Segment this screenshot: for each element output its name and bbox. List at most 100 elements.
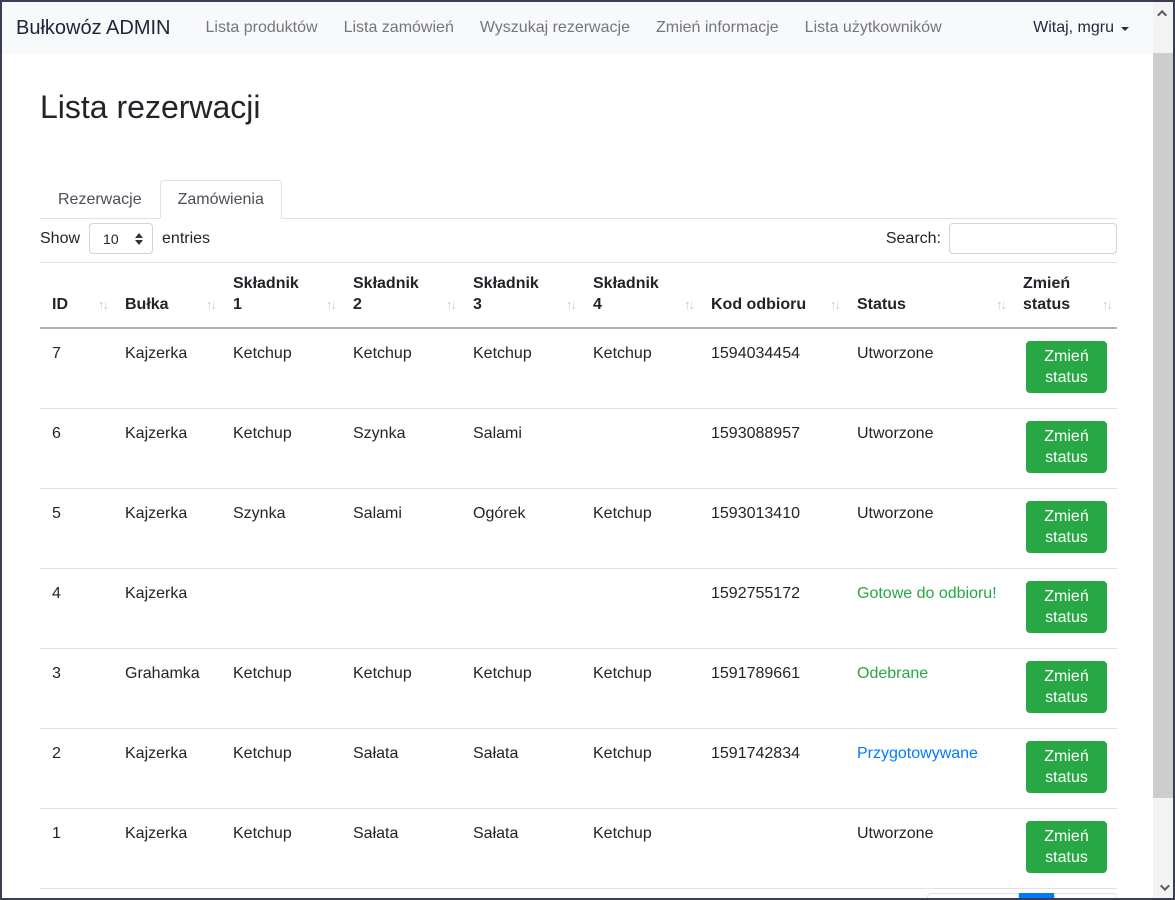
page-title: Lista rezerwacji: [40, 88, 1157, 126]
up-down-arrows-icon: [135, 233, 143, 245]
cell-skladnik-3: Ketchup: [461, 648, 581, 728]
cell-skladnik-1: Szynka: [221, 488, 341, 568]
table-row: 5 Kajzerka Szynka Salami Ogórek Ketchup …: [40, 488, 1117, 568]
user-dropdown[interactable]: Witaj, mgru: [1033, 19, 1129, 37]
nav-link-wyszukaj-rezerwacje[interactable]: Wyszukaj rezerwacje: [467, 11, 643, 45]
table-row: 6 Kajzerka Ketchup Szynka Salami 1593088…: [40, 408, 1117, 488]
cell-skladnik-1: [221, 568, 341, 648]
status-text: Utworzone: [845, 328, 1011, 408]
pagination: Previous 1 Next: [40, 893, 1117, 900]
nav-link-lista-zamowien[interactable]: Lista zamówień: [331, 11, 467, 45]
sort-icon[interactable]: ↑↓: [684, 294, 693, 315]
search-label: Search:: [886, 230, 941, 248]
page-length-value: 10: [103, 231, 119, 247]
cell-id: 7: [40, 328, 113, 408]
table-row: 1 Kajzerka Ketchup Sałata Sałata Ketchup…: [40, 808, 1117, 888]
cell-kod-odbioru: 1591742834: [699, 728, 845, 808]
cell-skladnik-2: Szynka: [341, 408, 461, 488]
cell-skladnik-1: Ketchup: [221, 808, 341, 888]
page-length-select[interactable]: 10: [89, 223, 153, 254]
cell-skladnik-4: Ketchup: [581, 728, 699, 808]
table-row: 2 Kajzerka Ketchup Sałata Sałata Ketchup…: [40, 728, 1117, 808]
sort-icon[interactable]: ↑↓: [566, 294, 575, 315]
search-input[interactable]: [949, 223, 1117, 254]
tab-rezerwacje[interactable]: Rezerwacje: [40, 180, 160, 219]
sort-icon[interactable]: ↑↓: [1102, 294, 1111, 315]
column-header-skladnik-2[interactable]: Składnik 2↑↓: [341, 263, 461, 329]
column-header-status[interactable]: Status↑↓: [845, 263, 1011, 329]
change-status-button[interactable]: Zmień status: [1026, 821, 1107, 873]
sort-icon[interactable]: ↑↓: [830, 294, 839, 315]
cell-kod-odbioru: 1593088957: [699, 408, 845, 488]
scroll-down-button[interactable]: [1153, 878, 1173, 896]
column-header-skladnik-1[interactable]: Składnik 1↑↓: [221, 263, 341, 329]
nav-link-lista-uzytkownikow[interactable]: Lista użytkowników: [792, 11, 955, 45]
cell-skladnik-2: Sałata: [341, 728, 461, 808]
sort-icon[interactable]: ↑↓: [98, 294, 107, 315]
change-status-button[interactable]: Zmień status: [1026, 741, 1107, 793]
cell-bulka: Kajzerka: [113, 488, 221, 568]
cell-skladnik-3: Salami: [461, 408, 581, 488]
chevron-up-icon: [1157, 9, 1167, 19]
pagination-page-1[interactable]: 1: [1019, 893, 1054, 900]
cell-skladnik-4: [581, 408, 699, 488]
table-header-row: ID↑↓ Bułka↑↓ Składnik 1↑↓ Składnik 2↑↓ S…: [40, 263, 1117, 329]
cell-skladnik-3: [461, 568, 581, 648]
top-navbar: Bułkowóz ADMIN Lista produktów Lista zam…: [2, 2, 1173, 54]
cell-skladnik-3: Sałata: [461, 728, 581, 808]
cell-bulka: Grahamka: [113, 648, 221, 728]
user-dropdown-label: Witaj, mgru: [1033, 19, 1114, 37]
change-status-button[interactable]: Zmień status: [1026, 421, 1107, 473]
nav-link-lista-produktow[interactable]: Lista produktów: [193, 11, 331, 45]
cell-kod-odbioru: 1591789661: [699, 648, 845, 728]
table-row: 3 Grahamka Ketchup Ketchup Ketchup Ketch…: [40, 648, 1117, 728]
change-status-button[interactable]: Zmień status: [1026, 661, 1107, 713]
cell-action: Zmień status: [1011, 328, 1117, 408]
cell-skladnik-1: Ketchup: [221, 328, 341, 408]
cell-bulka: Kajzerka: [113, 408, 221, 488]
sort-icon[interactable]: ↑↓: [996, 294, 1005, 315]
cell-skladnik-1: Ketchup: [221, 648, 341, 728]
column-header-bulka[interactable]: Bułka↑↓: [113, 263, 221, 329]
table-controls: Show 10 entries Search:: [40, 223, 1117, 254]
column-header-skladnik-3[interactable]: Składnik 3↑↓: [461, 263, 581, 329]
scrollbar-thumb[interactable]: [1153, 53, 1173, 798]
change-status-button[interactable]: Zmień status: [1026, 581, 1107, 633]
chevron-down-icon: [1159, 881, 1169, 891]
status-text: Przygotowywane: [845, 728, 1011, 808]
scroll-up-button[interactable]: [1153, 4, 1173, 22]
caret-down-icon: [1121, 27, 1129, 31]
navbar-brand[interactable]: Bułkowóz ADMIN: [16, 17, 171, 40]
entries-label: entries: [162, 230, 210, 248]
change-status-button[interactable]: Zmień status: [1026, 501, 1107, 553]
cell-skladnik-1: Ketchup: [221, 728, 341, 808]
cell-kod-odbioru: 1594034454: [699, 328, 845, 408]
cell-action: Zmień status: [1011, 648, 1117, 728]
nav-link-zmien-informacje[interactable]: Zmień informacje: [643, 11, 792, 45]
tab-zamowienia[interactable]: Zamówienia: [160, 180, 282, 219]
column-header-id[interactable]: ID↑↓: [40, 263, 113, 329]
status-text: Utworzone: [845, 808, 1011, 888]
cell-bulka: Kajzerka: [113, 808, 221, 888]
column-header-zmien-status[interactable]: Zmień status↑↓: [1011, 263, 1117, 329]
sort-icon[interactable]: ↑↓: [206, 294, 215, 315]
column-header-skladnik-4[interactable]: Składnik 4↑↓: [581, 263, 699, 329]
status-text: Utworzone: [845, 488, 1011, 568]
cell-action: Zmień status: [1011, 488, 1117, 568]
pagination-next[interactable]: Next: [1054, 893, 1117, 900]
cell-skladnik-2: Ketchup: [341, 328, 461, 408]
change-status-button[interactable]: Zmień status: [1026, 341, 1107, 393]
cell-action: Zmień status: [1011, 808, 1117, 888]
app-window: Bułkowóz ADMIN Lista produktów Lista zam…: [0, 0, 1175, 900]
column-header-kod-odbioru[interactable]: Kod odbioru↑↓: [699, 263, 845, 329]
cell-bulka: Kajzerka: [113, 328, 221, 408]
cell-action: Zmień status: [1011, 568, 1117, 648]
sort-icon[interactable]: ↑↓: [446, 294, 455, 315]
cell-kod-odbioru: 1593013410: [699, 488, 845, 568]
pagination-previous[interactable]: Previous: [927, 893, 1019, 900]
sort-icon[interactable]: ↑↓: [326, 294, 335, 315]
scrollbar[interactable]: [1153, 2, 1173, 898]
cell-skladnik-1: Ketchup: [221, 408, 341, 488]
cell-skladnik-2: Ketchup: [341, 648, 461, 728]
table-row: 4 Kajzerka 1592755172 Gotowe do odbioru!…: [40, 568, 1117, 648]
